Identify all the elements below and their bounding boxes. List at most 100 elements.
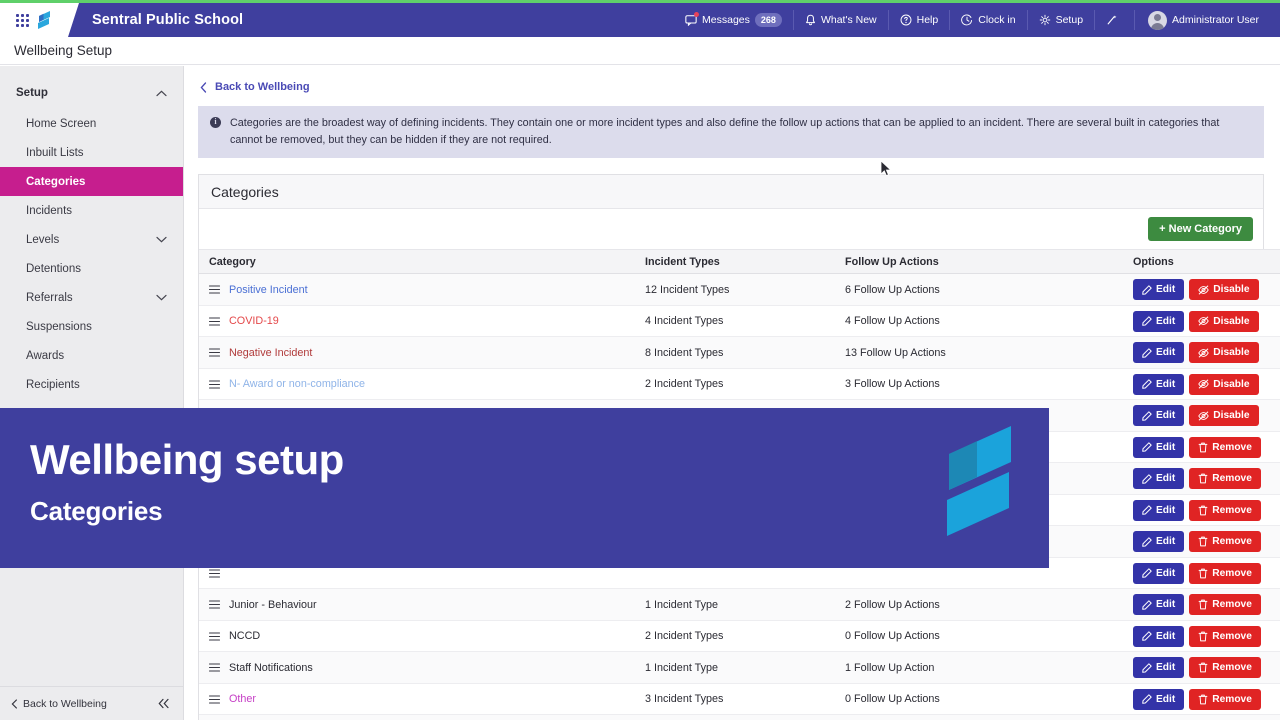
category-name-link[interactable]: COVID-19 [229, 315, 279, 327]
category-name-link[interactable]: Negative Incident [229, 347, 312, 359]
sidebar-item-inbuilt-lists[interactable]: Inbuilt Lists [0, 138, 183, 167]
edit-button[interactable]: Edit [1133, 499, 1185, 521]
remove-button[interactable]: Remove [1189, 562, 1261, 584]
sidebar-back-to-wellbeing[interactable]: Back to Wellbeing [11, 698, 107, 710]
sidebar-item-label: Detentions [26, 262, 81, 275]
edit-button[interactable]: Edit [1133, 468, 1185, 490]
sidebar-item-detentions[interactable]: Detentions [0, 254, 183, 283]
remove-button[interactable]: Remove [1189, 625, 1261, 647]
main-content: Back to Wellbeing i Categories are the b… [184, 66, 1280, 720]
sidebar-item-awards[interactable]: Awards [0, 341, 183, 370]
disable-button[interactable]: Disable [1189, 342, 1259, 364]
edit-button[interactable]: Edit [1133, 688, 1185, 710]
new-category-button[interactable]: + New Category [1148, 217, 1253, 242]
nav-item-whats-new[interactable]: What's New [794, 10, 889, 30]
back-to-wellbeing-link[interactable]: Back to Wellbeing [184, 66, 1280, 93]
sidebar-item-label: Referrals [26, 291, 73, 304]
disable-button[interactable]: Disable [1189, 373, 1259, 395]
action-button-label: Disable [1213, 347, 1250, 359]
cell-incident-types: 4 Incident Types [635, 305, 835, 338]
category-name-link[interactable]: NCCD [229, 630, 260, 642]
bell-icon [805, 14, 815, 26]
unread-dot-icon [694, 12, 700, 17]
edit-button[interactable]: Edit [1133, 657, 1185, 679]
remove-button[interactable]: Remove [1189, 688, 1261, 710]
edit-button[interactable]: Edit [1133, 625, 1185, 647]
sidebar-item-categories[interactable]: Categories [0, 167, 183, 196]
table-row: Junior - Behaviour 1 Incident Type 2 Follo… [199, 588, 1280, 621]
remove-button[interactable]: Remove [1189, 436, 1261, 458]
edit-button[interactable]: Edit [1133, 562, 1185, 584]
cell-incident-types: 2 Incident Types [635, 714, 835, 720]
action-button-label: Disable [1213, 315, 1250, 327]
nav-item-wand[interactable] [1095, 10, 1136, 30]
remove-button[interactable]: Remove [1189, 531, 1261, 553]
drag-handle-icon[interactable] [209, 632, 220, 641]
sidebar-item-suspensions[interactable]: Suspensions [0, 312, 183, 341]
nav-item-help[interactable]: Help [889, 10, 951, 30]
drag-handle-icon[interactable] [209, 285, 220, 294]
remove-button[interactable]: Remove [1189, 468, 1261, 490]
disable-button[interactable]: Disable [1189, 310, 1259, 332]
edit-button-label: Edit [1156, 347, 1176, 359]
edit-button[interactable]: Edit [1133, 279, 1185, 301]
nav-label-help: Help [916, 14, 939, 26]
cell-options: Edit Disable [1123, 336, 1280, 369]
cell-options: EditRemove [1123, 714, 1280, 720]
category-name-link[interactable]: Positive Incident [229, 284, 308, 296]
cell-options: Edit Disable [1123, 399, 1280, 432]
edit-button[interactable]: Edit [1133, 531, 1185, 553]
drag-handle-icon[interactable] [209, 317, 220, 326]
edit-button[interactable]: Edit [1133, 310, 1185, 332]
apps-grid-icon[interactable] [16, 13, 29, 27]
edit-button[interactable]: Edit [1133, 436, 1185, 458]
action-button-label: Disable [1213, 378, 1250, 390]
sidebar-item-incidents[interactable]: Incidents [0, 196, 183, 225]
remove-button[interactable]: Remove [1189, 657, 1261, 679]
column-header-incident-types[interactable]: Incident Types [635, 249, 835, 275]
cell-options: EditRemove [1123, 588, 1280, 621]
drag-handle-icon[interactable] [209, 569, 220, 578]
drag-handle-icon[interactable] [209, 663, 220, 672]
column-header-follow-up-actions[interactable]: Follow Up Actions [835, 249, 1123, 275]
cell-options: Edit Disable [1123, 305, 1280, 338]
drag-handle-icon[interactable] [209, 380, 220, 389]
disable-button[interactable]: Disable [1189, 279, 1259, 301]
sidebar-heading-setup[interactable]: Setup [0, 77, 183, 109]
table-row: Positive Incident 12 Incident Types 6 Foll… [199, 273, 1280, 306]
cell-follow-up-actions: 1 Follow Up Action [835, 651, 1123, 684]
category-name-link[interactable]: Staff Notifications [229, 662, 313, 674]
drag-handle-icon[interactable] [209, 600, 220, 609]
nav-item-clock-in[interactable]: Clock in [950, 10, 1028, 30]
nav-item-user[interactable]: Administrator User [1135, 10, 1270, 30]
sidebar-item-recipients[interactable]: Recipients [0, 370, 183, 399]
category-name-link[interactable]: N- Award or non-compliance [229, 378, 365, 390]
edit-button[interactable]: Edit [1133, 594, 1185, 616]
category-name-link[interactable]: Other [229, 693, 256, 705]
cell-options: Edit Disable [1123, 368, 1280, 401]
sidebar-item-referrals[interactable]: Referrals [0, 283, 183, 312]
nav-item-messages[interactable]: Messages 268 [674, 10, 794, 30]
trash-icon [1198, 662, 1208, 673]
action-button-label: Remove [1212, 662, 1252, 674]
sidebar-item-home-screen[interactable]: Home Screen [0, 109, 183, 138]
edit-button[interactable]: Edit [1133, 373, 1185, 395]
double-chevron-left-icon[interactable] [157, 698, 170, 709]
sidebar-item-label: Levels [26, 233, 60, 246]
disable-button[interactable]: Disable [1189, 405, 1259, 427]
remove-button[interactable]: Remove [1189, 499, 1261, 521]
drag-handle-icon[interactable] [209, 695, 220, 704]
nav-item-setup[interactable]: Setup [1028, 10, 1096, 30]
column-header-category[interactable]: Category [199, 249, 635, 275]
pencil-icon [1142, 568, 1152, 578]
category-name-link[interactable]: Junior - Behaviour [229, 599, 317, 611]
sentral-logo-icon[interactable] [36, 10, 52, 30]
drag-handle-icon[interactable] [209, 348, 220, 357]
cell-options: EditRemove [1123, 683, 1280, 716]
edit-button[interactable]: Edit [1133, 405, 1185, 427]
edit-button[interactable]: Edit [1133, 342, 1185, 364]
eye-slash-icon [1198, 316, 1210, 326]
remove-button[interactable]: Remove [1189, 594, 1261, 616]
sidebar-item-levels[interactable]: Levels [0, 225, 183, 254]
sidebar-heading-label: Setup [16, 87, 48, 99]
